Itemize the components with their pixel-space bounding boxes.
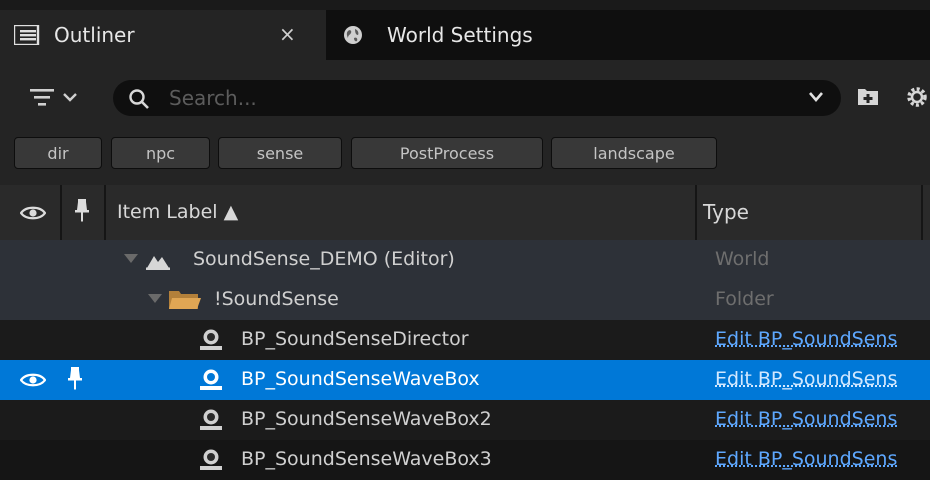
row-type-link[interactable]: Edit BP_SoundSens: [715, 448, 930, 470]
row-name: !SoundSense: [214, 288, 339, 310]
actor-icon: [200, 409, 222, 430]
outliner-icon: [14, 25, 40, 45]
search-input[interactable]: Search...: [113, 80, 841, 116]
tree-row-actor[interactable]: BP_SoundSenseDirector Edit BP_SoundSens: [0, 320, 930, 360]
tree-row-world[interactable]: SoundSense_DEMO (Editor) World: [0, 240, 930, 280]
filter-chip-landscape[interactable]: landscape: [551, 137, 717, 169]
pin-icon[interactable]: [68, 367, 82, 391]
row-name: BP_SoundSenseWaveBox2: [241, 408, 492, 430]
globe-icon: [344, 26, 362, 44]
filter-chip-dir[interactable]: dir: [14, 137, 102, 169]
row-name: BP_SoundSenseDirector: [241, 328, 469, 350]
filter-chip-sense[interactable]: sense: [218, 137, 342, 169]
actor-icon: [200, 369, 222, 390]
header-divider[interactable]: [104, 185, 106, 240]
tab-close-icon[interactable]: ×: [279, 22, 296, 46]
outliner-toolbar: Search...: [0, 60, 930, 135]
row-type: Folder: [715, 288, 774, 310]
top-strip: [0, 0, 930, 10]
add-folder-icon[interactable]: [857, 85, 879, 107]
tab-outliner-label: Outliner: [54, 23, 135, 47]
search-icon: [129, 89, 149, 109]
filter-chip-row: dir npc sense PostProcess landscape: [0, 135, 930, 185]
world-icon: [146, 256, 170, 270]
row-name: SoundSense_DEMO (Editor): [193, 248, 455, 270]
tab-world-settings[interactable]: World Settings: [326, 10, 576, 60]
tree-row-actor[interactable]: BP_SoundSenseWaveBox2 Edit BP_SoundSens: [0, 400, 930, 440]
tab-world-settings-label: World Settings: [387, 23, 533, 47]
eye-icon[interactable]: [20, 372, 46, 388]
filter-chip-postprocess[interactable]: PostProcess: [351, 137, 543, 169]
search-placeholder: Search...: [169, 86, 257, 110]
chevron-down-icon[interactable]: [809, 92, 823, 102]
tree-row-actor-selected[interactable]: BP_SoundSenseWaveBox Edit BP_SoundSens: [0, 360, 930, 400]
tab-bar: Outliner × World Settings: [0, 10, 930, 60]
row-name: BP_SoundSenseWaveBox: [241, 368, 480, 390]
row-type-link[interactable]: Edit BP_SoundSens: [715, 328, 930, 350]
filter-dropdown-button[interactable]: [30, 82, 100, 112]
header-divider[interactable]: [921, 185, 923, 240]
header-divider[interactable]: [695, 185, 697, 240]
pin-icon[interactable]: [75, 199, 89, 223]
expand-arrow-icon[interactable]: [124, 254, 138, 264]
actor-icon: [200, 329, 222, 350]
column-header-item-label[interactable]: Item Label ▲: [117, 201, 238, 223]
tab-outliner[interactable]: Outliner ×: [0, 10, 326, 60]
actor-icon: [200, 449, 222, 470]
row-type-link[interactable]: Edit BP_SoundSens: [715, 408, 930, 430]
tree-row-actor[interactable]: BP_SoundSenseWaveBox3 Edit BP_SoundSens: [0, 440, 930, 480]
column-header-row: Item Label ▲ Type: [0, 185, 930, 240]
filter-chip-npc[interactable]: npc: [111, 137, 210, 169]
expand-arrow-icon[interactable]: [148, 294, 162, 304]
row-name: BP_SoundSenseWaveBox3: [241, 448, 492, 470]
gear-icon[interactable]: [903, 85, 930, 109]
column-header-type[interactable]: Type: [703, 200, 749, 224]
folder-icon: [169, 291, 201, 309]
eye-icon[interactable]: [20, 205, 46, 221]
header-divider[interactable]: [60, 185, 62, 240]
tree-row-folder[interactable]: !SoundSense Folder: [0, 280, 930, 320]
row-type-link[interactable]: Edit BP_SoundSens: [715, 368, 930, 390]
row-type: World: [715, 248, 770, 270]
filter-icon: [30, 89, 77, 106]
